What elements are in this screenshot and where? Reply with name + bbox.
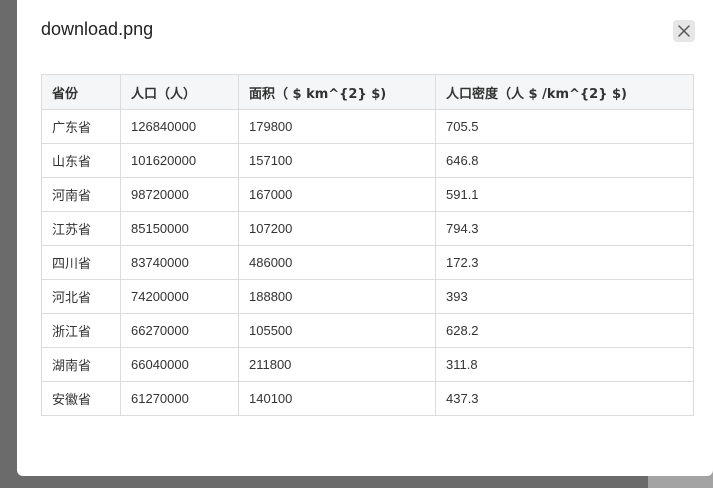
cell-province: 江苏省 [41,211,121,246]
province-data-table: 省份 人口（人） 面积（ $ km^{2} $) 人口密度（人 $ /km^{2… [41,74,694,416]
cell-area: 486000 [238,245,436,280]
table-row: 广东省 126840000 179800 705.5 [41,109,694,144]
cell-density: 393 [435,279,694,314]
table-row: 河南省 98720000 167000 591.1 [41,177,694,212]
cell-province: 安徽省 [41,381,121,416]
cell-area: 157100 [238,143,436,178]
table-row: 湖南省 66040000 211800 311.8 [41,347,694,382]
cell-population: 66270000 [120,313,239,348]
cell-population: 83740000 [120,245,239,280]
cell-area: 167000 [238,177,436,212]
cell-population: 61270000 [120,381,239,416]
close-icon [678,25,690,37]
cell-province: 山东省 [41,143,121,178]
modal-title: download.png [41,19,154,39]
table-row: 河北省 74200000 188800 393 [41,279,694,314]
cell-density: 172.3 [435,245,694,280]
cell-province: 四川省 [41,245,121,280]
cell-population: 98720000 [120,177,239,212]
cell-area: 105500 [238,313,436,348]
cell-population: 126840000 [120,109,239,144]
close-button[interactable] [673,20,695,42]
cell-density: 591.1 [435,177,694,212]
table-header-row: 省份 人口（人） 面积（ $ km^{2} $) 人口密度（人 $ /km^{2… [41,74,694,110]
cell-area: 107200 [238,211,436,246]
cell-province: 湖南省 [41,347,121,382]
cell-province: 广东省 [41,109,121,144]
table-row: 安徽省 61270000 140100 437.3 [41,381,694,416]
cell-population: 85150000 [120,211,239,246]
cell-population: 66040000 [120,347,239,382]
column-header-area: 面积（ $ km^{2} $) [238,74,436,110]
cell-density: 437.3 [435,381,694,416]
cell-population: 74200000 [120,279,239,314]
cell-province: 河南省 [41,177,121,212]
cell-density: 646.8 [435,143,694,178]
cell-density: 311.8 [435,347,694,382]
column-header-population: 人口（人） [120,74,239,110]
cell-area: 188800 [238,279,436,314]
table-row: 江苏省 85150000 107200 794.3 [41,211,694,246]
table-row: 浙江省 66270000 105500 628.2 [41,313,694,348]
cell-area: 140100 [238,381,436,416]
column-header-province: 省份 [41,74,121,110]
table-row: 四川省 83740000 486000 172.3 [41,245,694,280]
image-preview-modal: download.png 省份 人口（人） 面积（ $ km^{2} $) 人口… [17,0,713,476]
cell-province: 河北省 [41,279,121,314]
cell-population: 101620000 [120,143,239,178]
cell-province: 浙江省 [41,313,121,348]
cell-density: 705.5 [435,109,694,144]
table-row: 山东省 101620000 157100 646.8 [41,143,694,178]
cell-area: 179800 [238,109,436,144]
cell-area: 211800 [238,347,436,382]
cell-density: 794.3 [435,211,694,246]
column-header-density: 人口密度（人 $ /km^{2} $) [435,74,694,110]
cell-density: 628.2 [435,313,694,348]
